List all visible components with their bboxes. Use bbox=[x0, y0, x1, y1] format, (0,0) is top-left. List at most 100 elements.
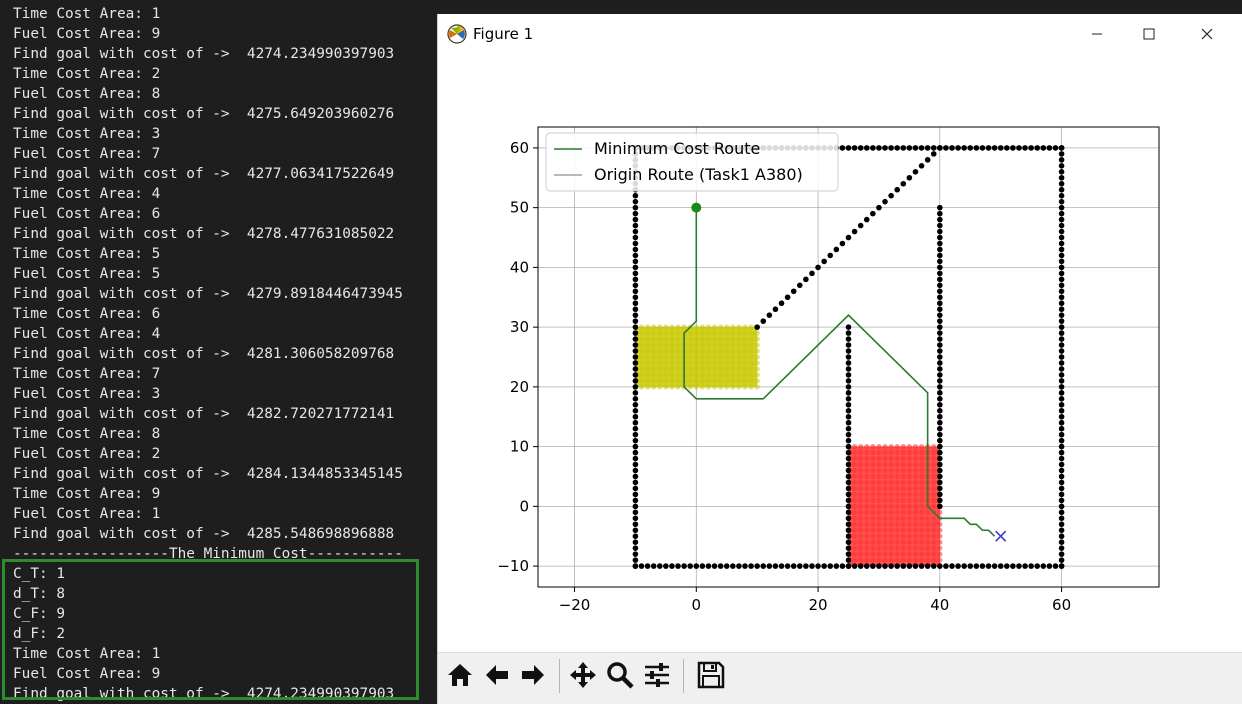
cost-area-point bbox=[912, 533, 919, 539]
cost-area-point bbox=[900, 545, 906, 551]
obstacle-point bbox=[1058, 342, 1065, 348]
cost-area-point bbox=[906, 521, 912, 527]
obstacle-point bbox=[845, 461, 852, 468]
cost-area-point bbox=[851, 521, 858, 527]
obstacle-point bbox=[632, 228, 639, 235]
cost-area-point bbox=[931, 479, 937, 486]
cost-area-point bbox=[742, 348, 748, 354]
obstacle-point bbox=[863, 216, 870, 223]
obstacle-point bbox=[632, 252, 639, 259]
obstacle-point bbox=[937, 342, 943, 348]
cost-area-point bbox=[894, 527, 900, 533]
window-title: Figure 1 bbox=[473, 25, 534, 43]
cost-area-point bbox=[858, 473, 864, 480]
home-button[interactable] bbox=[442, 657, 478, 693]
obstacle-point bbox=[1022, 145, 1028, 151]
cost-area-point bbox=[931, 527, 937, 533]
cost-area-point bbox=[851, 503, 858, 509]
cost-area-point bbox=[754, 378, 760, 384]
figure-canvas[interactable]: −20 0 20 40 60 −10 0 10 20 30 40 50 60 Minimum Cost R… bbox=[438, 54, 1242, 652]
obstacle-point bbox=[632, 539, 639, 545]
cost-area-point bbox=[900, 491, 906, 498]
obstacle-point bbox=[760, 318, 767, 324]
obstacle-point bbox=[845, 503, 852, 510]
cost-area-point bbox=[925, 533, 931, 539]
cost-area-point bbox=[675, 336, 681, 342]
obstacle-point bbox=[961, 145, 967, 151]
cost-area-point bbox=[894, 444, 900, 450]
cost-area-point bbox=[644, 360, 651, 366]
terminal-line: Fuel Cost Area: 8 bbox=[13, 86, 161, 102]
obstacle-point bbox=[845, 473, 852, 480]
cost-area-point bbox=[724, 324, 730, 330]
cost-area-point bbox=[687, 366, 693, 372]
cost-area-point bbox=[870, 545, 876, 551]
cost-area-point bbox=[876, 515, 882, 521]
cost-area-point bbox=[906, 533, 912, 539]
pan-button[interactable] bbox=[565, 657, 601, 693]
cost-area-point bbox=[638, 372, 645, 378]
back-button[interactable] bbox=[479, 657, 515, 693]
close-button[interactable] bbox=[1178, 14, 1236, 54]
cost-area-point bbox=[858, 551, 864, 557]
obstacle-point bbox=[833, 563, 840, 569]
cost-area-point bbox=[918, 461, 925, 468]
obstacle-point bbox=[845, 443, 852, 450]
save-button[interactable] bbox=[693, 657, 729, 693]
cost-area-point bbox=[730, 378, 736, 384]
obstacle-point bbox=[845, 545, 852, 551]
cost-area-point bbox=[730, 366, 736, 372]
cost-area-point bbox=[705, 348, 712, 354]
cost-area-point bbox=[876, 557, 882, 563]
zoom-button[interactable] bbox=[602, 657, 638, 693]
subplots-button[interactable] bbox=[639, 657, 675, 693]
cost-area-point bbox=[858, 539, 864, 545]
cost-area-point bbox=[918, 473, 925, 480]
obstacle-point bbox=[632, 467, 639, 474]
cost-area-point bbox=[900, 467, 906, 474]
cost-area-point bbox=[925, 545, 931, 551]
cost-area-point bbox=[900, 515, 906, 521]
obstacle-point bbox=[632, 306, 639, 313]
cost-area-point bbox=[894, 461, 900, 468]
cost-area-point bbox=[876, 491, 882, 498]
terminal-line: Time Cost Area: 3 bbox=[13, 126, 161, 142]
obstacle-point bbox=[937, 390, 943, 396]
obstacle-point bbox=[845, 342, 852, 348]
cost-area-point bbox=[742, 378, 748, 384]
cost-area-point bbox=[638, 378, 645, 384]
cost-area-point bbox=[718, 384, 724, 390]
minimize-button[interactable] bbox=[1068, 14, 1126, 54]
window-titlebar[interactable]: Figure 1 bbox=[438, 14, 1242, 54]
cost-area-point bbox=[699, 342, 705, 348]
obstacle-point bbox=[937, 437, 943, 444]
terminal-line: Time Cost Area: 9 bbox=[13, 486, 161, 502]
obstacle-point bbox=[632, 443, 639, 450]
cost-area-point bbox=[693, 372, 699, 378]
cost-area-point bbox=[864, 521, 870, 527]
obstacle-point bbox=[766, 312, 773, 318]
cost-area-point bbox=[669, 348, 675, 354]
obstacle-point bbox=[632, 348, 639, 354]
obstacle-point bbox=[851, 228, 858, 235]
cost-area-point bbox=[730, 342, 736, 348]
obstacle-point bbox=[845, 497, 852, 504]
obstacle-point bbox=[1058, 246, 1065, 253]
cost-area-point bbox=[918, 551, 925, 557]
cost-area-point bbox=[718, 378, 724, 384]
cost-area-point bbox=[693, 354, 699, 360]
forward-button[interactable] bbox=[515, 657, 551, 693]
obstacle-point bbox=[979, 563, 986, 569]
cost-area-point bbox=[931, 461, 937, 468]
obstacle-point bbox=[937, 276, 943, 283]
cost-area-point bbox=[705, 324, 712, 330]
obstacle-point bbox=[882, 145, 888, 151]
obstacle-point bbox=[1058, 186, 1065, 193]
cost-area-point bbox=[900, 455, 906, 462]
cost-area-point bbox=[699, 330, 705, 336]
legend: Minimum Cost Route Origin Route (Task1 A3… bbox=[545, 132, 839, 192]
cost-area-point bbox=[870, 539, 876, 545]
maximize-button[interactable] bbox=[1120, 14, 1178, 54]
obstacle-point bbox=[632, 378, 639, 384]
toolbar-separator bbox=[683, 659, 684, 693]
